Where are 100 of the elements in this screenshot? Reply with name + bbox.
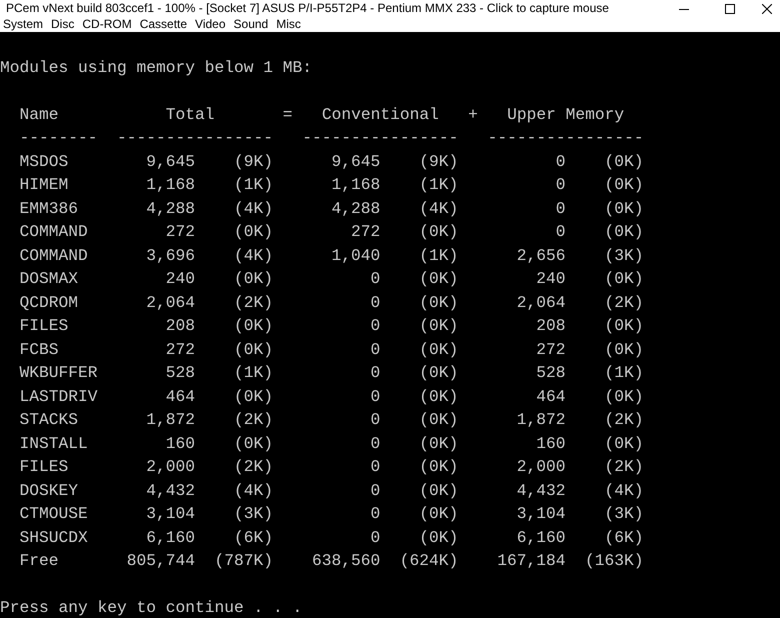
memory-value: 208: [166, 315, 196, 337]
module-name: DOSKEY: [20, 480, 78, 502]
memory-value: 0: [370, 268, 380, 290]
module-name: INSTALL: [20, 432, 88, 454]
memory-value: 167,184: [497, 550, 566, 572]
memory-value: (4K): [234, 480, 274, 502]
memory-value: (0K): [234, 221, 274, 243]
module-name: FCBS: [20, 338, 59, 360]
memory-value: (0K): [604, 221, 644, 243]
memory-value: (163K): [585, 550, 644, 572]
memory-value: 0: [370, 315, 380, 337]
memory-value: (0K): [604, 198, 644, 220]
memory-value: 2,656: [516, 244, 566, 266]
heading-text: Modules using memory below 1 MB:: [0, 58, 312, 76]
memory-value: 3,104: [146, 503, 196, 525]
memory-value: (4K): [419, 198, 458, 220]
menu-item[interactable]: Cassette: [140, 17, 188, 32]
memory-value: (0K): [604, 338, 644, 360]
module-name: DOSMAX: [20, 268, 78, 290]
memory-value: 0: [370, 338, 380, 360]
memory-value: 4,288: [332, 198, 380, 220]
memory-value: (0K): [419, 315, 458, 337]
module-name: SHSUCDX: [20, 526, 88, 548]
dashed-separator: ----------------: [488, 127, 644, 149]
module-name: CTMOUSE: [20, 503, 88, 525]
menu-item[interactable]: Sound: [234, 17, 268, 32]
memory-value: 3,696: [146, 244, 196, 266]
memory-value: (9K): [419, 150, 458, 172]
module-name: MSDOS: [20, 150, 68, 172]
memory-value: (1K): [234, 174, 274, 196]
memory-value: 0: [370, 432, 380, 454]
memory-value: (0K): [419, 338, 458, 360]
dashed-separator: --------: [20, 127, 98, 149]
memory-value: 1,168: [146, 174, 196, 196]
memory-value: 160: [166, 432, 196, 454]
memory-value: 464: [166, 386, 196, 408]
memory-value: 6,160: [146, 526, 196, 548]
equals-sign: =: [282, 104, 293, 126]
memory-value: (0K): [604, 150, 644, 172]
module-name: COMMAND: [20, 244, 88, 266]
module-name: QCDROM: [20, 292, 78, 314]
memory-value: (2K): [234, 409, 274, 431]
memory-value: 0: [556, 221, 566, 243]
menu-item[interactable]: Video: [195, 17, 226, 32]
memory-value: 1,872: [146, 409, 196, 431]
memory-value: (3K): [604, 244, 644, 266]
memory-value: 6,160: [516, 526, 566, 548]
memory-value: (2K): [604, 409, 644, 431]
memory-value: (0K): [604, 268, 644, 290]
memory-value: (2K): [604, 292, 644, 314]
memory-value: 0: [370, 362, 380, 384]
memory-value: 0: [556, 198, 566, 220]
memory-value: (6K): [604, 526, 644, 548]
memory-value: (9K): [234, 150, 274, 172]
memory-value: (1K): [419, 244, 458, 266]
memory-value: (0K): [419, 292, 458, 314]
memory-value: (0K): [604, 386, 644, 408]
menu-item[interactable]: Disc: [51, 17, 74, 32]
memory-value: (0K): [419, 268, 458, 290]
memory-value: (1K): [604, 362, 644, 384]
plus-sign: +: [468, 104, 478, 126]
module-name: FILES: [20, 456, 68, 478]
memory-value: (624K): [400, 550, 458, 572]
memory-value: (3K): [234, 503, 274, 525]
memory-value: 0: [370, 526, 380, 548]
menu-item[interactable]: System: [3, 17, 44, 32]
memory-value: 0: [370, 503, 380, 525]
menu-item[interactable]: Misc: [276, 17, 301, 32]
memory-value: (4K): [604, 480, 644, 502]
memory-value: 208: [536, 315, 566, 337]
memory-value: (0K): [234, 315, 274, 337]
memory-value: 272: [351, 221, 380, 243]
memory-value: (2K): [234, 292, 274, 314]
memory-value: 9,645: [146, 150, 196, 172]
memory-value: 0: [556, 174, 566, 196]
module-name: WKBUFFER: [20, 362, 98, 384]
memory-value: (1K): [419, 174, 458, 196]
memory-value: 240: [166, 268, 196, 290]
memory-value: (0K): [234, 386, 274, 408]
memory-value: (0K): [604, 174, 644, 196]
memory-value: (0K): [419, 386, 458, 408]
memory-value: (787K): [214, 550, 274, 572]
close-icon[interactable]: [762, 4, 772, 14]
column-header: Upper Memory: [507, 104, 624, 126]
module-name: COMMAND: [20, 221, 88, 243]
maximize-icon[interactable]: [725, 4, 735, 14]
memory-value: (0K): [419, 432, 458, 454]
memory-value: (0K): [419, 503, 458, 525]
memory-value: 272: [166, 338, 196, 360]
memory-value: 4,288: [146, 198, 196, 220]
menu-item[interactable]: CD-ROM: [82, 17, 132, 32]
memory-value: (0K): [419, 221, 458, 243]
memory-value: (0K): [604, 315, 644, 337]
memory-value: (0K): [604, 432, 644, 454]
memory-value: (1K): [234, 362, 274, 384]
memory-value: 2,064: [146, 292, 196, 314]
memory-value: (0K): [234, 268, 274, 290]
memory-value: (0K): [419, 409, 458, 431]
module-name: FILES: [20, 315, 68, 337]
memory-value: (6K): [234, 526, 274, 548]
